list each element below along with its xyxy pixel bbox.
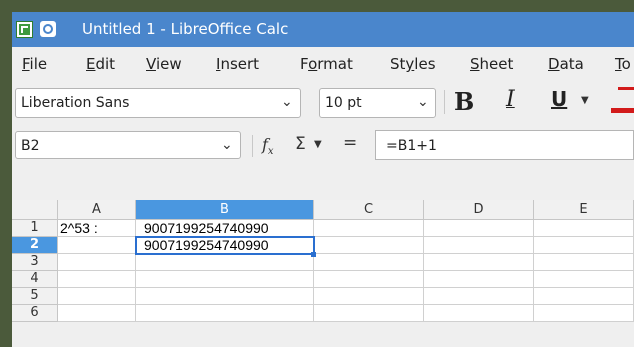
bold-button[interactable]: B (454, 87, 474, 116)
cell-d3[interactable] (424, 254, 534, 271)
calc-app-icon (16, 21, 33, 38)
italic-button[interactable]: I (506, 87, 515, 112)
underline-button[interactable]: U (551, 87, 567, 111)
row-header-6[interactable]: 6 (12, 305, 58, 322)
cell-a4[interactable] (58, 271, 136, 288)
menu-sheet[interactable]: Sheet (470, 55, 513, 73)
toolbar-separator (444, 90, 445, 114)
menu-file[interactable]: File (22, 55, 47, 73)
cell-d4[interactable] (424, 271, 534, 288)
window-title: Untitled 1 - LibreOffice Calc (82, 20, 289, 38)
formula-input[interactable]: =B1+1 (375, 130, 634, 160)
menu-edit[interactable]: Edit (86, 55, 115, 73)
fill-handle[interactable] (311, 252, 316, 257)
cell-e5[interactable] (534, 288, 634, 305)
chevron-down-icon[interactable]: ⌄ (417, 94, 429, 110)
menu-insert[interactable]: Insert (216, 55, 259, 73)
cell-c2[interactable] (314, 237, 424, 254)
row-header-4[interactable]: 4 (12, 271, 58, 288)
menu-tools[interactable]: To (615, 55, 631, 73)
column-header-c[interactable]: C (314, 200, 424, 220)
cell-e6[interactable] (534, 305, 634, 322)
libreoffice-icon (40, 21, 56, 37)
menu-view[interactable]: View (146, 55, 182, 73)
formula-input-value: =B1+1 (386, 138, 437, 154)
cell-a3[interactable] (58, 254, 136, 271)
font-name-value: Liberation Sans (21, 95, 130, 111)
formula-equals-button[interactable]: = (343, 133, 357, 153)
name-box-value: B2 (21, 138, 40, 154)
menu-bar: File Edit View Insert Format Styles Shee… (12, 47, 634, 81)
cell-c1[interactable] (314, 220, 424, 237)
sum-dropdown-icon[interactable]: ▼ (314, 139, 322, 150)
cell-e3[interactable] (534, 254, 634, 271)
cell-b6[interactable] (136, 305, 314, 322)
chevron-down-icon[interactable]: ⌄ (281, 94, 293, 110)
cell-c6[interactable] (314, 305, 424, 322)
cell-a2[interactable] (58, 237, 136, 254)
cell-b1[interactable]: 9007199254740990 (136, 220, 314, 237)
formatting-toolbar: Liberation Sans ⌄ 10 pt ⌄ B I U ▼ (12, 81, 634, 125)
sum-icon[interactable]: Σ (295, 134, 306, 154)
menu-data[interactable]: Data (548, 55, 584, 73)
row-header-3[interactable]: 3 (12, 254, 58, 271)
cell-b4[interactable] (136, 271, 314, 288)
column-header-a[interactable]: A (58, 200, 136, 220)
cell-a6[interactable] (58, 305, 136, 322)
chevron-down-icon[interactable]: ⌄ (221, 137, 233, 153)
column-header-e[interactable]: E (534, 200, 634, 220)
cell-a5[interactable] (58, 288, 136, 305)
row-header-1[interactable]: 1 (12, 220, 58, 237)
function-wizard-icon[interactable]: fx (262, 135, 274, 157)
calc-window: Untitled 1 - LibreOffice Calc File Edit … (12, 12, 634, 347)
cell-b5[interactable] (136, 288, 314, 305)
cell-c5[interactable] (314, 288, 424, 305)
underline-dropdown-icon[interactable]: ▼ (581, 95, 589, 106)
cell-e4[interactable] (534, 271, 634, 288)
name-box[interactable]: B2 ⌄ (15, 131, 241, 159)
row-header-5[interactable]: 5 (12, 288, 58, 305)
cell-e1[interactable] (534, 220, 634, 237)
cell-c3[interactable] (314, 254, 424, 271)
select-all-corner[interactable] (12, 200, 58, 220)
cell-b2[interactable]: 9007199254740990 (136, 237, 314, 254)
cell-d1[interactable] (424, 220, 534, 237)
font-color-icon (618, 87, 634, 90)
font-color-swatch (611, 108, 634, 113)
cell-c4[interactable] (314, 271, 424, 288)
cell-e2[interactable] (534, 237, 634, 254)
menu-styles[interactable]: Styles (390, 55, 436, 73)
column-headers: A B C D E (12, 200, 634, 220)
cell-d5[interactable] (424, 288, 534, 305)
toolbar-separator (252, 135, 253, 157)
row-header-2[interactable]: 2 (12, 237, 58, 254)
cell-d6[interactable] (424, 305, 534, 322)
column-header-d[interactable]: D (424, 200, 534, 220)
column-header-b[interactable]: B (136, 200, 314, 220)
font-size-value: 10 pt (325, 95, 362, 111)
cell-b3[interactable] (136, 254, 314, 271)
font-name-combo[interactable]: Liberation Sans ⌄ (15, 88, 301, 118)
font-color-button[interactable] (611, 87, 634, 115)
title-bar: Untitled 1 - LibreOffice Calc (12, 12, 634, 47)
cell-d2[interactable] (424, 237, 534, 254)
formula-bar: B2 ⌄ fx Σ ▼ = =B1+1 (12, 125, 634, 165)
menu-format[interactable]: Format (300, 55, 353, 73)
font-size-combo[interactable]: 10 pt ⌄ (319, 88, 436, 118)
cell-a1[interactable]: 2^53 : (58, 220, 136, 237)
